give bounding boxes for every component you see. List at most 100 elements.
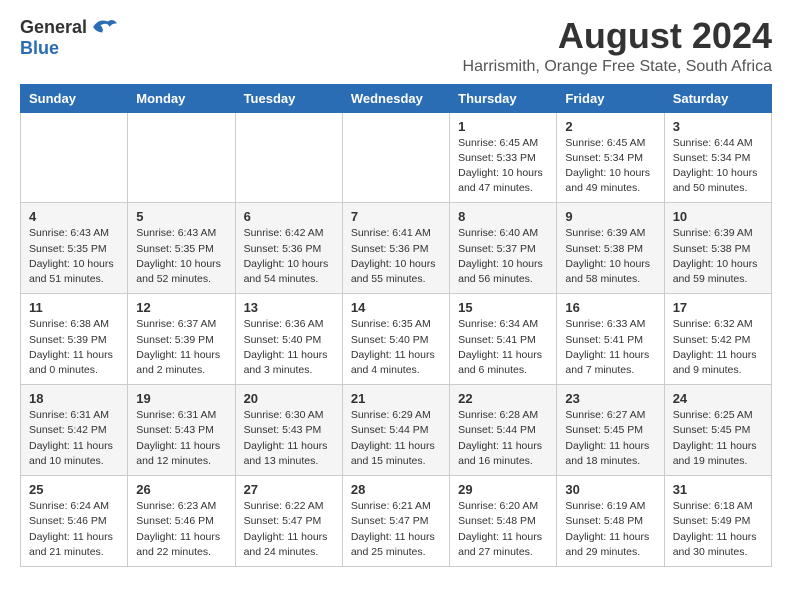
day-info: Sunrise: 6:29 AM Sunset: 5:44 PM Dayligh… [351, 408, 441, 469]
calendar-cell: 23 Sunrise: 6:27 AM Sunset: 5:45 PM Dayli… [557, 385, 664, 476]
logo-blue-text: Blue [20, 38, 59, 59]
day-info: Sunrise: 6:20 AM Sunset: 5:48 PM Dayligh… [458, 499, 548, 560]
calendar-week-row: 25Sunrise: 6:24 AM Sunset: 5:46 PM Dayli… [21, 476, 772, 567]
header-thursday: Thursday [450, 84, 557, 112]
calendar-cell: 17 Sunrise: 6:32 AM Sunset: 5:42 PM Dayli… [664, 294, 771, 385]
day-number: 11 [29, 300, 119, 315]
calendar-week-row: 1 Sunrise: 6:45 AM Sunset: 5:33 PM Daylig… [21, 112, 772, 203]
logo: General Blue [20, 16, 119, 59]
calendar-cell: 24 Sunrise: 6:25 AM Sunset: 5:45 PM Dayli… [664, 385, 771, 476]
day-info: Sunrise: 6:23 AM Sunset: 5:46 PM Dayligh… [136, 499, 226, 560]
day-info: Sunrise: 6:25 AM Sunset: 5:45 PM Dayligh… [673, 408, 763, 469]
calendar-cell [342, 112, 449, 203]
day-info: Sunrise: 6:33 AM Sunset: 5:41 PM Dayligh… [565, 317, 655, 378]
day-number: 7 [351, 209, 441, 224]
day-info: Sunrise: 6:31 AM Sunset: 5:43 PM Dayligh… [136, 408, 226, 469]
header-wednesday: Wednesday [342, 84, 449, 112]
day-number: 17 [673, 300, 763, 315]
calendar-cell: 28 Sunrise: 6:21 AM Sunset: 5:47 PM Dayli… [342, 476, 449, 567]
calendar-cell: 16 Sunrise: 6:33 AM Sunset: 5:41 PM Dayli… [557, 294, 664, 385]
calendar-subtitle: Harrismith, Orange Free State, South Afr… [463, 58, 772, 76]
calendar-cell: 7 Sunrise: 6:41 AM Sunset: 5:36 PM Daylig… [342, 203, 449, 294]
day-number: 6 [244, 209, 334, 224]
calendar-cell: 11Sunrise: 6:38 AM Sunset: 5:39 PM Dayli… [21, 294, 128, 385]
day-info: Sunrise: 6:27 AM Sunset: 5:45 PM Dayligh… [565, 408, 655, 469]
day-info: Sunrise: 6:21 AM Sunset: 5:47 PM Dayligh… [351, 499, 441, 560]
day-number: 9 [565, 209, 655, 224]
day-number: 25 [29, 482, 119, 497]
day-info: Sunrise: 6:44 AM Sunset: 5:34 PM Dayligh… [673, 136, 763, 197]
day-info: Sunrise: 6:40 AM Sunset: 5:37 PM Dayligh… [458, 226, 548, 287]
day-info: Sunrise: 6:19 AM Sunset: 5:48 PM Dayligh… [565, 499, 655, 560]
day-number: 30 [565, 482, 655, 497]
day-info: Sunrise: 6:31 AM Sunset: 5:42 PM Dayligh… [29, 408, 119, 469]
day-number: 20 [244, 391, 334, 406]
header-saturday: Saturday [664, 84, 771, 112]
calendar-cell: 12 Sunrise: 6:37 AM Sunset: 5:39 PM Dayli… [128, 294, 235, 385]
day-number: 8 [458, 209, 548, 224]
day-number: 31 [673, 482, 763, 497]
day-number: 23 [565, 391, 655, 406]
calendar-cell: 27 Sunrise: 6:22 AM Sunset: 5:47 PM Dayli… [235, 476, 342, 567]
day-info: Sunrise: 6:34 AM Sunset: 5:41 PM Dayligh… [458, 317, 548, 378]
day-info: Sunrise: 6:32 AM Sunset: 5:42 PM Dayligh… [673, 317, 763, 378]
day-info: Sunrise: 6:35 AM Sunset: 5:40 PM Dayligh… [351, 317, 441, 378]
header-tuesday: Tuesday [235, 84, 342, 112]
day-number: 1 [458, 119, 548, 134]
calendar-cell: 10 Sunrise: 6:39 AM Sunset: 5:38 PM Dayli… [664, 203, 771, 294]
day-number: 14 [351, 300, 441, 315]
day-info: Sunrise: 6:41 AM Sunset: 5:36 PM Dayligh… [351, 226, 441, 287]
logo-bird-icon [91, 16, 119, 38]
calendar-title: August 2024 [463, 16, 772, 56]
calendar-cell: 9 Sunrise: 6:39 AM Sunset: 5:38 PM Daylig… [557, 203, 664, 294]
calendar-cell: 30 Sunrise: 6:19 AM Sunset: 5:48 PM Dayli… [557, 476, 664, 567]
calendar-cell: 25Sunrise: 6:24 AM Sunset: 5:46 PM Dayli… [21, 476, 128, 567]
day-number: 22 [458, 391, 548, 406]
calendar-header-row: SundayMondayTuesdayWednesdayThursdayFrid… [21, 84, 772, 112]
logo-general-text: General [20, 17, 87, 38]
calendar-cell: 14 Sunrise: 6:35 AM Sunset: 5:40 PM Dayli… [342, 294, 449, 385]
day-number: 4 [29, 209, 119, 224]
calendar-week-row: 11Sunrise: 6:38 AM Sunset: 5:39 PM Dayli… [21, 294, 772, 385]
day-number: 12 [136, 300, 226, 315]
header-monday: Monday [128, 84, 235, 112]
calendar-cell: 18 Sunrise: 6:31 AM Sunset: 5:42 PM Dayli… [21, 385, 128, 476]
calendar-cell: 29Sunrise: 6:20 AM Sunset: 5:48 PM Dayli… [450, 476, 557, 567]
day-number: 16 [565, 300, 655, 315]
calendar-cell [235, 112, 342, 203]
day-info: Sunrise: 6:39 AM Sunset: 5:38 PM Dayligh… [673, 226, 763, 287]
calendar-table: SundayMondayTuesdayWednesdayThursdayFrid… [20, 84, 772, 567]
calendar-cell: 3 Sunrise: 6:44 AM Sunset: 5:34 PM Daylig… [664, 112, 771, 203]
day-number: 24 [673, 391, 763, 406]
calendar-cell: 6 Sunrise: 6:42 AM Sunset: 5:36 PM Daylig… [235, 203, 342, 294]
day-number: 28 [351, 482, 441, 497]
calendar-cell [128, 112, 235, 203]
day-number: 19 [136, 391, 226, 406]
calendar-cell: 1 Sunrise: 6:45 AM Sunset: 5:33 PM Daylig… [450, 112, 557, 203]
calendar-cell: 19 Sunrise: 6:31 AM Sunset: 5:43 PM Dayli… [128, 385, 235, 476]
day-info: Sunrise: 6:43 AM Sunset: 5:35 PM Dayligh… [29, 226, 119, 287]
calendar-cell: 4 Sunrise: 6:43 AM Sunset: 5:35 PM Daylig… [21, 203, 128, 294]
day-info: Sunrise: 6:22 AM Sunset: 5:47 PM Dayligh… [244, 499, 334, 560]
day-number: 27 [244, 482, 334, 497]
day-number: 10 [673, 209, 763, 224]
day-number: 2 [565, 119, 655, 134]
day-info: Sunrise: 6:45 AM Sunset: 5:33 PM Dayligh… [458, 136, 548, 197]
calendar-cell: 5Sunrise: 6:43 AM Sunset: 5:35 PM Daylig… [128, 203, 235, 294]
calendar-week-row: 4 Sunrise: 6:43 AM Sunset: 5:35 PM Daylig… [21, 203, 772, 294]
day-info: Sunrise: 6:45 AM Sunset: 5:34 PM Dayligh… [565, 136, 655, 197]
calendar-cell: 21Sunrise: 6:29 AM Sunset: 5:44 PM Dayli… [342, 385, 449, 476]
day-info: Sunrise: 6:37 AM Sunset: 5:39 PM Dayligh… [136, 317, 226, 378]
day-number: 15 [458, 300, 548, 315]
calendar-cell: 8 Sunrise: 6:40 AM Sunset: 5:37 PM Daylig… [450, 203, 557, 294]
day-number: 26 [136, 482, 226, 497]
calendar-cell: 15 Sunrise: 6:34 AM Sunset: 5:41 PM Dayli… [450, 294, 557, 385]
day-info: Sunrise: 6:18 AM Sunset: 5:49 PM Dayligh… [673, 499, 763, 560]
day-info: Sunrise: 6:39 AM Sunset: 5:38 PM Dayligh… [565, 226, 655, 287]
day-info: Sunrise: 6:42 AM Sunset: 5:36 PM Dayligh… [244, 226, 334, 287]
title-block: August 2024 Harrismith, Orange Free Stat… [463, 16, 772, 76]
day-number: 13 [244, 300, 334, 315]
day-number: 3 [673, 119, 763, 134]
calendar-cell [21, 112, 128, 203]
day-number: 18 [29, 391, 119, 406]
